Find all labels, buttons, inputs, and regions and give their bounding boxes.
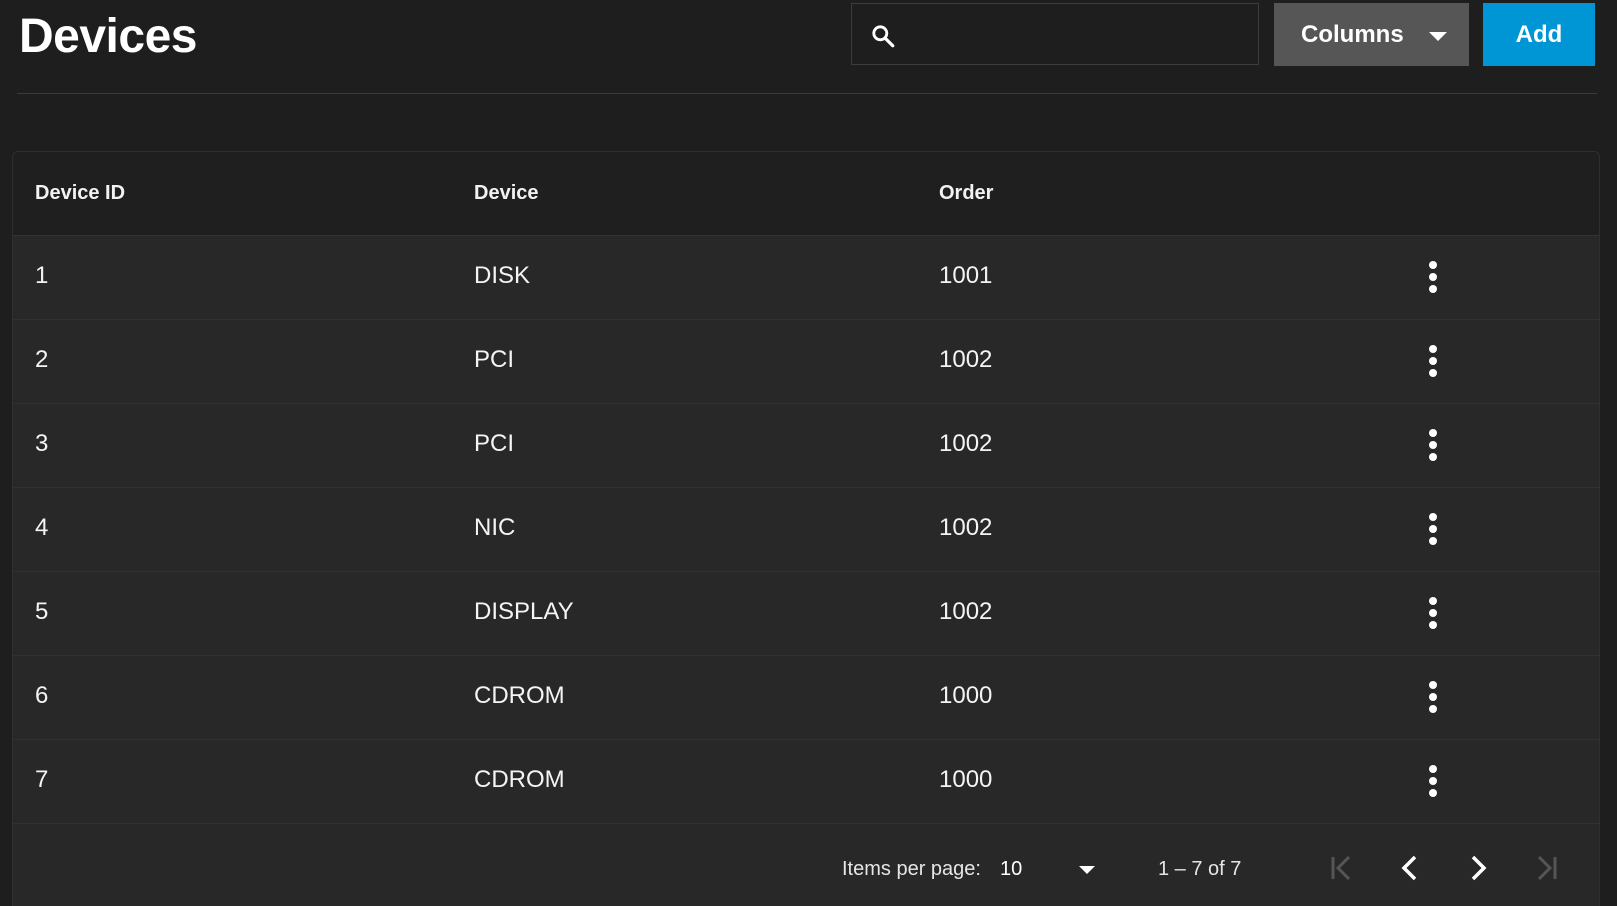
header-divider [17, 93, 1597, 94]
cell-device: CDROM [474, 682, 565, 709]
more-vert-icon[interactable] [1418, 762, 1448, 800]
chevron-left-icon [1401, 855, 1417, 881]
cell-device: DISK [474, 262, 531, 289]
next-page-button[interactable] [1456, 846, 1500, 890]
more-vert-icon[interactable] [1418, 594, 1448, 632]
cell-device: NIC [474, 514, 516, 541]
page-range-label: 1 – 7 of 7 [1158, 858, 1242, 880]
cell-order: 1002 [939, 430, 993, 457]
table-row[interactable]: 2 PCI 1002 [13, 320, 1599, 404]
add-button[interactable]: Add [1483, 3, 1595, 66]
more-vert-icon[interactable] [1418, 258, 1448, 296]
cell-device-id: 2 [35, 346, 49, 373]
column-header-device-id[interactable]: Device ID [35, 182, 125, 205]
paginator: Items per page: 10 1 – 7 of 7 [13, 824, 1599, 906]
columns-button[interactable]: Columns [1274, 3, 1469, 66]
first-page-button[interactable] [1319, 846, 1363, 890]
more-vert-icon[interactable] [1418, 342, 1448, 380]
more-vert-icon[interactable] [1418, 426, 1448, 464]
cell-order: 1000 [939, 766, 993, 793]
table-row[interactable]: 6 CDROM 1000 [13, 656, 1599, 740]
page-size-value: 10 [1000, 858, 1023, 880]
last-page-button[interactable] [1525, 846, 1569, 890]
cell-device: PCI [474, 346, 515, 373]
table-body: 1 DISK 1001 2 PCI 1002 3 PCI 1002 4 NIC … [13, 236, 1599, 824]
items-per-page-label: Items per page: [842, 858, 981, 880]
cell-device: DISPLAY [474, 598, 574, 625]
table-row[interactable]: 5 DISPLAY 1002 [13, 572, 1599, 656]
cell-device: PCI [474, 430, 515, 457]
columns-button-label: Columns [1301, 20, 1404, 48]
first-page-icon [1331, 855, 1351, 881]
cell-order: 1000 [939, 682, 993, 709]
page-title: Devices [19, 10, 197, 63]
table-row[interactable]: 7 CDROM 1000 [13, 740, 1599, 824]
cell-device-id: 6 [35, 682, 49, 709]
column-header-device[interactable]: Device [474, 182, 539, 205]
more-vert-icon[interactable] [1418, 510, 1448, 548]
cell-device-id: 1 [35, 262, 49, 289]
previous-page-button[interactable] [1388, 846, 1432, 890]
table-header-row: Device ID Device Order [13, 152, 1599, 236]
cell-order: 1001 [939, 262, 993, 289]
column-header-order[interactable]: Order [939, 182, 993, 205]
table-row[interactable]: 3 PCI 1002 [13, 404, 1599, 488]
cell-device-id: 5 [35, 598, 49, 625]
devices-table: Device ID Device Order 1 DISK 1001 2 PCI… [12, 151, 1600, 906]
search-input[interactable] [908, 4, 1252, 66]
search-box[interactable] [851, 3, 1259, 66]
cell-device-id: 7 [35, 766, 49, 793]
more-vert-icon[interactable] [1418, 678, 1448, 716]
cell-order: 1002 [939, 346, 993, 373]
last-page-icon [1537, 855, 1557, 881]
table-row[interactable]: 4 NIC 1002 [13, 488, 1599, 572]
cell-order: 1002 [939, 598, 993, 625]
chevron-down-icon [1429, 32, 1447, 41]
chevron-right-icon [1471, 855, 1487, 881]
cell-device-id: 3 [35, 430, 49, 457]
chevron-down-icon [1079, 866, 1095, 874]
cell-order: 1002 [939, 514, 993, 541]
table-row[interactable]: 1 DISK 1001 [13, 236, 1599, 320]
devices-page: Devices Columns Add Device ID Device Ord… [0, 0, 1617, 906]
cell-device: CDROM [474, 766, 565, 793]
cell-device-id: 4 [35, 514, 49, 541]
page-size-select[interactable]: 10 [1000, 852, 1108, 886]
search-icon [872, 25, 895, 48]
